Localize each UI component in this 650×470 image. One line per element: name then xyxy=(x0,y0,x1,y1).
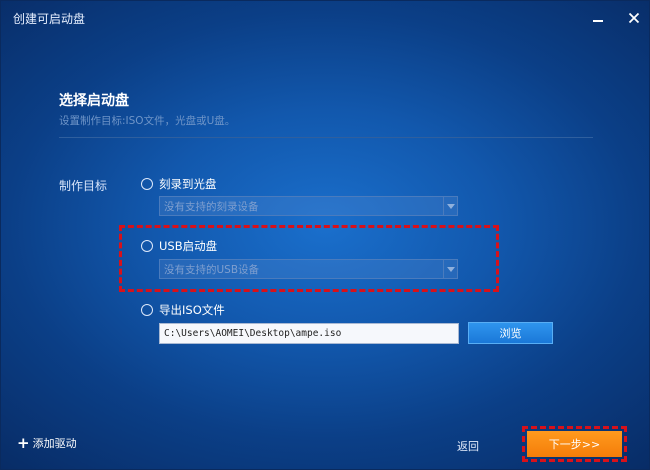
next-button[interactable]: 下一步>> xyxy=(527,431,622,457)
radio-circle[interactable] xyxy=(141,178,153,190)
create-bootable-disk-window: 创建可启动盘 选择启动盘 设置制作目标:ISO文件，光盘或U盘。 制作目标 刻录… xyxy=(0,0,650,470)
close-icon xyxy=(628,12,640,24)
radio-circle[interactable] xyxy=(141,304,153,316)
cd-device-select[interactable]: 没有支持的刻录设备 xyxy=(159,196,458,216)
add-driver-label: 添加驱动 xyxy=(32,437,77,450)
cd-device-select-value: 没有支持的刻录设备 xyxy=(164,200,259,213)
window-title: 创建可启动盘 xyxy=(13,12,86,26)
radio-circle[interactable] xyxy=(141,240,153,252)
iso-path-input[interactable]: C:\Users\AOMEI\Desktop\ampe.iso xyxy=(159,323,459,344)
chevron-down-icon[interactable] xyxy=(443,197,457,215)
minimize-icon xyxy=(593,20,603,22)
add-driver-button[interactable]: + 添加驱动 xyxy=(17,435,77,451)
section-divider xyxy=(59,137,593,138)
radio-burn-to-cd[interactable]: 刻录到光盘 xyxy=(141,176,217,192)
usb-device-select-value: 没有支持的USB设备 xyxy=(164,263,260,276)
radio-export-iso-label: 导出ISO文件 xyxy=(159,303,225,317)
browse-button[interactable]: 浏览 xyxy=(468,322,553,344)
radio-burn-to-cd-label: 刻录到光盘 xyxy=(159,177,217,191)
section-subtitle: 设置制作目标:ISO文件，光盘或U盘。 xyxy=(59,115,236,127)
back-button[interactable]: 返回 xyxy=(457,438,479,454)
chevron-down-icon[interactable] xyxy=(443,260,457,278)
plus-icon: + xyxy=(17,433,30,452)
target-label: 制作目标 xyxy=(59,179,108,193)
close-button[interactable] xyxy=(623,7,645,29)
section-title: 选择启动盘 xyxy=(59,93,129,109)
radio-usb-boot-disk-label: USB启动盘 xyxy=(159,239,218,253)
radio-usb-boot-disk[interactable]: USB启动盘 xyxy=(141,238,217,254)
title-bar: 创建可启动盘 xyxy=(1,1,649,35)
minimize-button[interactable] xyxy=(587,7,609,29)
radio-export-iso[interactable]: 导出ISO文件 xyxy=(141,302,225,318)
usb-device-select[interactable]: 没有支持的USB设备 xyxy=(159,259,458,279)
